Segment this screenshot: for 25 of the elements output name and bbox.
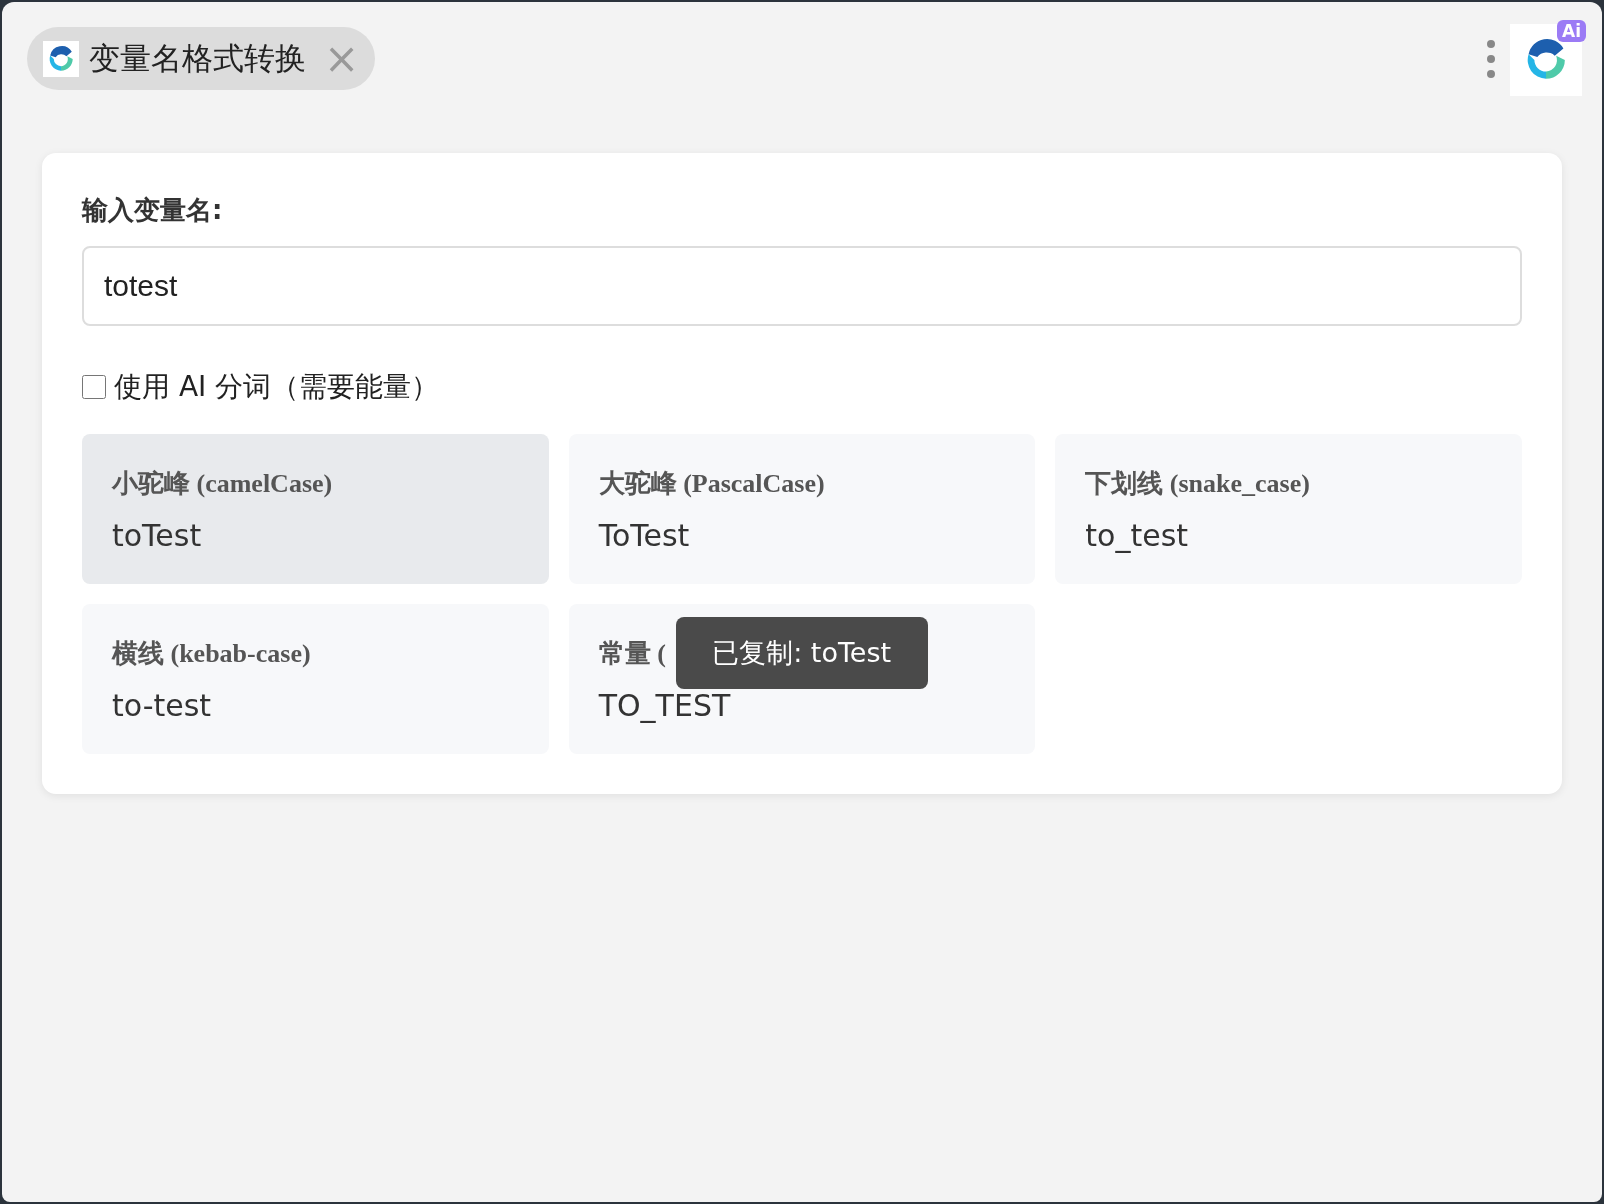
result-title: 大驼峰 (PascalCase) bbox=[598, 468, 825, 500]
result-card[interactable]: 小驼峰 (camelCase) toTest bbox=[82, 434, 549, 584]
result-card[interactable]: 下划线 (snake_case) to_test bbox=[1055, 434, 1522, 584]
result-card[interactable]: 大驼峰 (PascalCase) ToTest bbox=[568, 434, 1036, 584]
result-value: to_test bbox=[1085, 518, 1190, 553]
result-value: to-test bbox=[112, 688, 213, 723]
checkbox-label: 使用 AI 分词（需要能量） bbox=[114, 369, 440, 405]
app-logo-icon bbox=[43, 40, 79, 77]
result-value: toTest bbox=[112, 518, 203, 553]
result-value: ToTest bbox=[598, 518, 691, 553]
result-title: 下划线 (snake_case) bbox=[1085, 468, 1310, 500]
more-menu-icon[interactable] bbox=[1486, 39, 1496, 79]
input-field[interactable]: totest bbox=[82, 246, 1522, 326]
ai-checkbox[interactable] bbox=[82, 375, 106, 399]
result-title: 小驼峰 (camelCase) bbox=[112, 468, 333, 500]
result-card[interactable]: 横线 (kebab-case) to-test bbox=[82, 604, 549, 754]
result-card[interactable]: 常量 ( 已复制: toTest TO_TEST bbox=[568, 604, 1036, 754]
result-value: TO_TEST bbox=[598, 688, 732, 723]
input-label: 输入变量名: bbox=[82, 194, 224, 227]
app-tab[interactable]: 变量名格式转换 × bbox=[27, 27, 376, 90]
ai-badge: Ai bbox=[1557, 20, 1586, 42]
result-title: 横线 (kebab-case) bbox=[112, 638, 311, 670]
tab-title: 变量名格式转换 bbox=[89, 38, 306, 78]
result-title: 常量 ( bbox=[598, 638, 666, 670]
copied-toast: 已复制: toTest bbox=[675, 617, 928, 689]
